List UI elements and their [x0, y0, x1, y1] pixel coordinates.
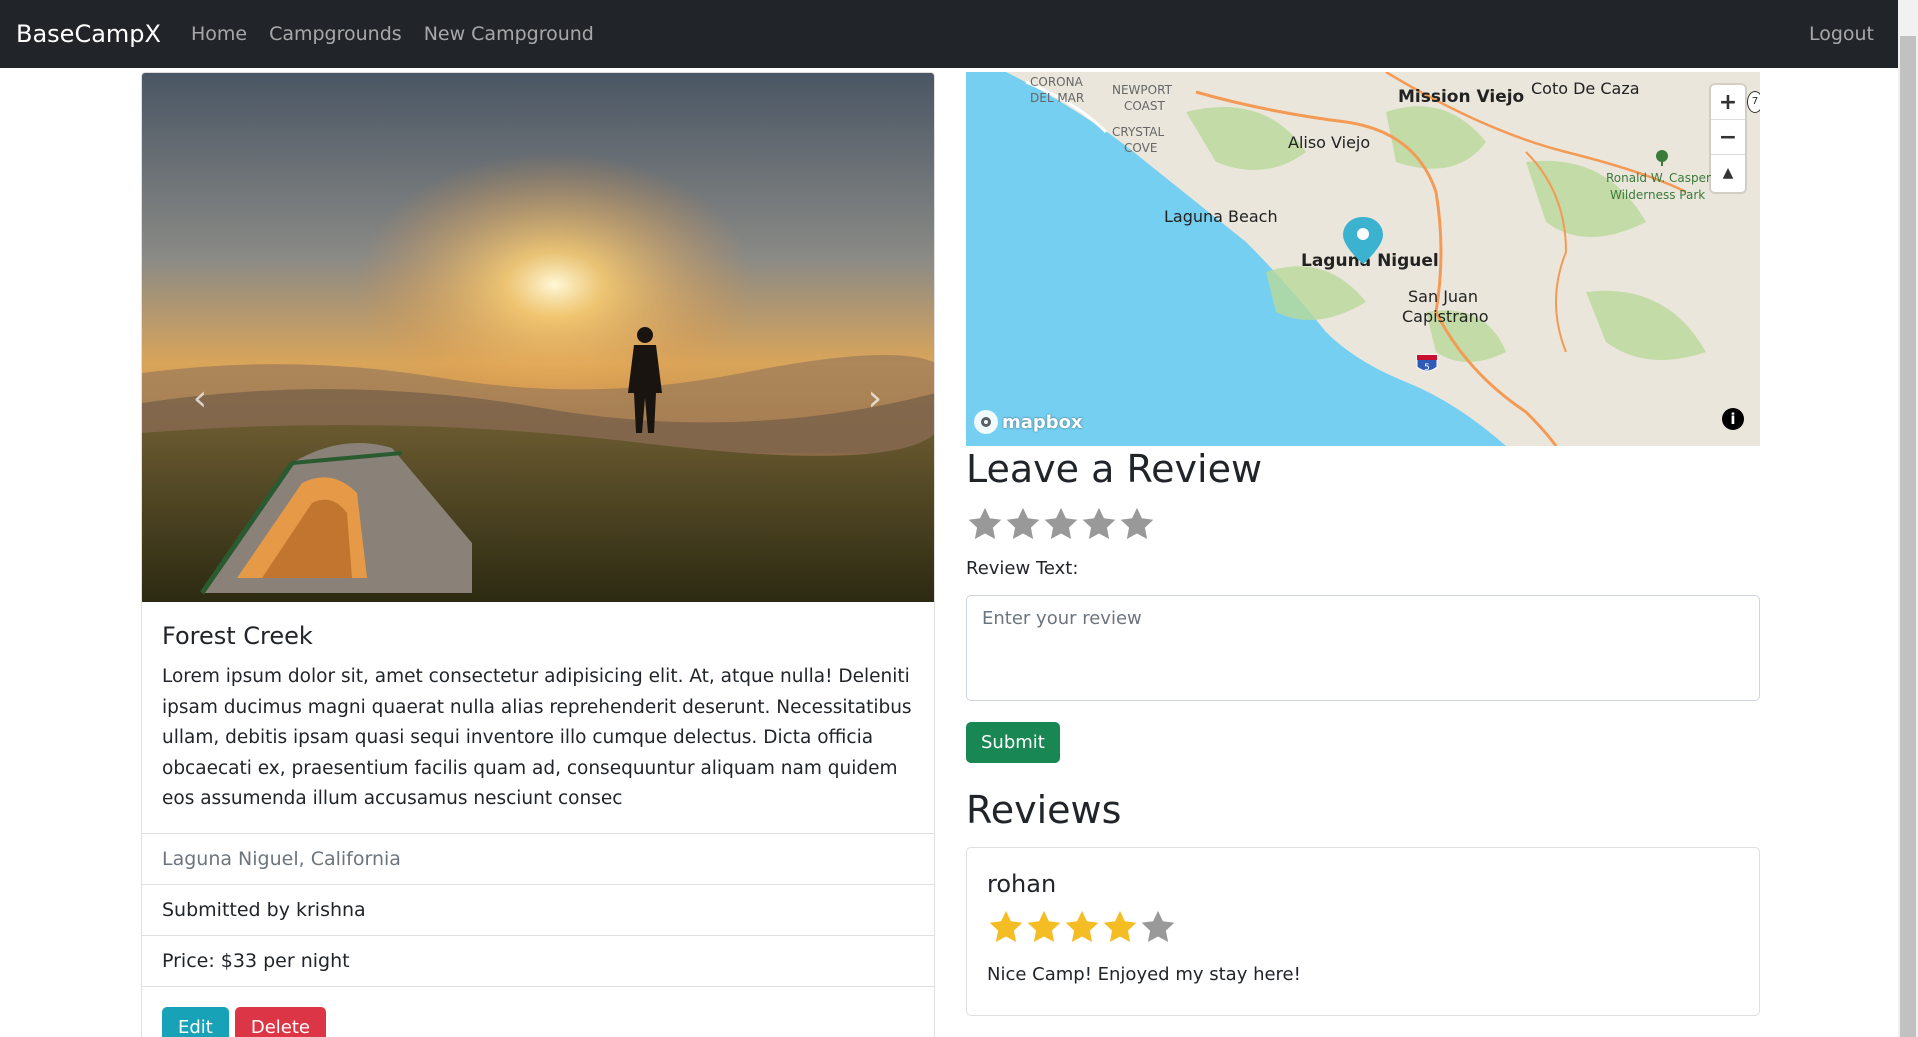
rating-star-icon[interactable] [966, 505, 1004, 543]
rating-star-icon[interactable] [1004, 505, 1042, 543]
nav-new-campground[interactable]: New Campground [424, 23, 594, 45]
brand-logo[interactable]: BaseCampX [16, 20, 161, 48]
campground-location: Laguna Niguel, California [142, 834, 934, 885]
map-attribution-info-icon[interactable]: i [1722, 408, 1744, 430]
navbar: BaseCampX Home Campgrounds New Campgroun… [0, 0, 1898, 68]
nav-home[interactable]: Home [191, 23, 247, 45]
nav-links: Home Campgrounds New Campground [191, 23, 594, 45]
logout-link[interactable]: Logout [1809, 23, 1874, 45]
review-author: rohan [987, 870, 1057, 898]
map-label-mission-viejo: Mission Viejo [1398, 87, 1524, 107]
campground-author: Submitted by krishna [142, 885, 934, 936]
map-navigation-controls: + − ▲ [1711, 85, 1745, 192]
interstate-5-number: 5 [1424, 363, 1430, 373]
review-rating-stars [987, 908, 1739, 946]
empty-star-icon [1141, 910, 1175, 943]
nav-campgrounds[interactable]: Campgrounds [269, 23, 402, 45]
map-label-aliso-viejo: Aliso Viejo [1288, 133, 1370, 152]
map-label-coast: COAST [1124, 99, 1165, 113]
filled-star-icon [1065, 910, 1099, 943]
map-label-corona: CORONA [1030, 75, 1084, 89]
mapbox-logo-text: mapbox [1002, 411, 1083, 433]
map-label-laguna-beach: Laguna Beach [1164, 207, 1278, 226]
delete-button[interactable]: Delete [234, 1006, 327, 1037]
map-label-crystal: CRYSTAL [1112, 125, 1165, 139]
review-text-label: Review Text: [966, 558, 1079, 579]
zoom-out-button[interactable]: − [1711, 120, 1745, 155]
zoom-in-button[interactable]: + [1711, 85, 1745, 120]
rating-star-icon[interactable] [1042, 505, 1080, 543]
campground-description: Lorem ipsum dolor sit, amet consectetur … [162, 666, 912, 809]
campground-details: Forest Creek Lorem ipsum dolor sit, amet… [142, 602, 934, 834]
carousel-next-button[interactable]: › [855, 373, 895, 423]
map-label-ronald-casper: Ronald W. Casper [1606, 171, 1711, 185]
submit-review-button[interactable]: Submit [966, 722, 1060, 763]
carousel-prev-button[interactable]: ‹ [180, 373, 220, 423]
page-scrollbar[interactable] [1898, 0, 1918, 1037]
rating-star-icon[interactable] [1118, 505, 1156, 543]
map-label-newport: NEWPORT [1112, 83, 1173, 97]
map-label-san-juan: San Juan [1408, 287, 1478, 306]
review-card: rohan Nice Camp! Enjoyed my stay here! [966, 847, 1760, 1016]
reviews-heading: Reviews [966, 788, 1122, 832]
rating-star-icon[interactable] [1080, 505, 1118, 543]
mapbox-logo[interactable]: mapbox [974, 410, 1083, 434]
filled-star-icon [1027, 910, 1061, 943]
review-textarea[interactable] [966, 595, 1760, 701]
compass-reset-button[interactable]: ▲ [1711, 155, 1745, 190]
campground-actions: Edit Delete [142, 987, 934, 1037]
map-label-cove: COVE [1124, 141, 1157, 155]
campground-photo [142, 73, 934, 602]
campground-card: ‹ › Forest Creek Lorem ipsum dolor sit, … [141, 72, 935, 1037]
filled-star-icon [1103, 910, 1137, 943]
map-label-capistrano: Capistrano [1402, 307, 1489, 326]
review-text: Nice Camp! Enjoyed my stay here! [987, 964, 1301, 985]
campground-price: Price: $33 per night [142, 936, 934, 987]
scrollbar-thumb[interactable] [1900, 36, 1916, 1037]
map-tiles[interactable]: Mission Viejo Coto De Caza Aliso Viejo L… [966, 72, 1760, 446]
map-label-wilderness-park: Wilderness Park [1610, 188, 1705, 202]
edit-button[interactable]: Edit [162, 1006, 229, 1037]
filled-star-icon [989, 910, 1023, 943]
map-label-del-mar: DEL MAR [1030, 91, 1084, 105]
image-carousel: ‹ › [142, 73, 934, 602]
rating-star-input[interactable] [966, 505, 1156, 543]
campground-map[interactable]: Mission Viejo Coto De Caza Aliso Viejo L… [966, 72, 1760, 446]
route-7-shield: 7 [1747, 91, 1760, 113]
leave-review-heading: Leave a Review [966, 447, 1263, 491]
mapbox-logo-icon [974, 410, 998, 434]
map-label-coto-de-caza: Coto De Caza [1531, 79, 1640, 98]
campground-title: Forest Creek [162, 622, 313, 650]
